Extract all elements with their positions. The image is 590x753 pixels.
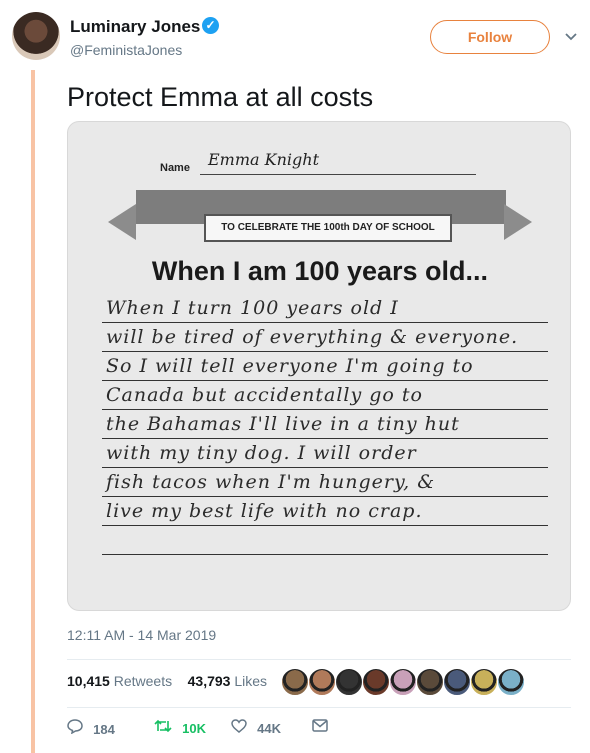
- retweets-label: Retweets: [113, 673, 173, 689]
- worksheet-headline: When I am 100 years old...: [151, 256, 489, 286]
- tweet-header: Luminary Jones ✓ @FeministaJones Follow: [12, 12, 582, 64]
- retweet-count: 10K: [182, 721, 207, 736]
- thread-line: [31, 70, 35, 753]
- likes-count: 43,793: [187, 673, 231, 689]
- liker-avatar[interactable]: [389, 668, 417, 696]
- liker-avatar[interactable]: [308, 668, 336, 696]
- retweet-button[interactable]: 10K: [154, 719, 206, 737]
- avatar[interactable]: [12, 12, 60, 60]
- worksheet-banner: TO CELEBRATE THE 100th DAY OF SCHOOL: [204, 214, 452, 242]
- liker-avatar[interactable]: [443, 668, 471, 696]
- user-handle[interactable]: @FeministaJones: [70, 42, 182, 58]
- liker-avatar[interactable]: [362, 668, 390, 696]
- handwritten-line: the Bahamas I'll live in a tiny hut: [102, 410, 548, 439]
- heart-icon: [231, 719, 251, 737]
- banner-right-tail: [504, 204, 532, 240]
- likes-label: Likes: [234, 673, 268, 689]
- liker-avatar[interactable]: [281, 668, 309, 696]
- banner-left-tail: [108, 204, 136, 240]
- handwritten-lines: When I turn 100 years old I will be tire…: [102, 294, 548, 555]
- tweet-text: Protect Emma at all costs: [67, 82, 374, 112]
- handwritten-line: Canada but accidentally go to: [102, 381, 548, 410]
- retweet-icon: [154, 719, 176, 737]
- liker-avatar[interactable]: [416, 668, 444, 696]
- tweet-photo[interactable]: Name Emma Knight TO CELEBRATE THE 100th …: [67, 121, 571, 611]
- direct-message-button[interactable]: [312, 719, 334, 736]
- display-name[interactable]: Luminary Jones: [70, 17, 200, 37]
- verified-icon: ✓: [202, 17, 219, 34]
- retweets-count: 10,415: [67, 673, 110, 689]
- handwritten-line: So I will tell everyone I'm going to: [102, 352, 548, 381]
- divider: [67, 707, 571, 708]
- handwritten-line: fish tacos when I'm hungery, &: [102, 468, 548, 497]
- reply-icon: [67, 719, 87, 738]
- like-count: 44K: [257, 721, 282, 736]
- name-underline: [200, 174, 476, 175]
- follow-button[interactable]: Follow: [430, 20, 550, 54]
- handwritten-line: with my tiny dog. I will order: [102, 439, 548, 468]
- worksheet-name-value: Emma Knight: [208, 150, 319, 169]
- handwritten-line: [102, 526, 548, 555]
- divider: [67, 659, 571, 660]
- tweet-timestamp[interactable]: 12:11 AM - 14 Mar 2019: [67, 627, 216, 643]
- tweet-stats: 10,415 Retweets 43,793 Likes: [67, 673, 267, 689]
- liker-avatar[interactable]: [335, 668, 363, 696]
- handwritten-line: live my best life with no crap.: [102, 497, 548, 526]
- liker-avatar[interactable]: [497, 668, 525, 696]
- reply-count: 184: [93, 722, 115, 737]
- chevron-down-icon[interactable]: [564, 29, 578, 45]
- retweets-stat[interactable]: 10,415 Retweets: [67, 673, 172, 689]
- liker-avatar[interactable]: [470, 668, 498, 696]
- reply-button[interactable]: 184: [67, 719, 115, 738]
- envelope-icon: [312, 719, 328, 736]
- worksheet-name-label: Name: [160, 162, 190, 174]
- handwritten-line: When I turn 100 years old I: [102, 294, 548, 323]
- like-button[interactable]: 44K: [231, 719, 281, 737]
- handwritten-line: will be tired of everything & everyone.: [102, 323, 548, 352]
- likes-stat[interactable]: 43,793 Likes: [188, 673, 267, 689]
